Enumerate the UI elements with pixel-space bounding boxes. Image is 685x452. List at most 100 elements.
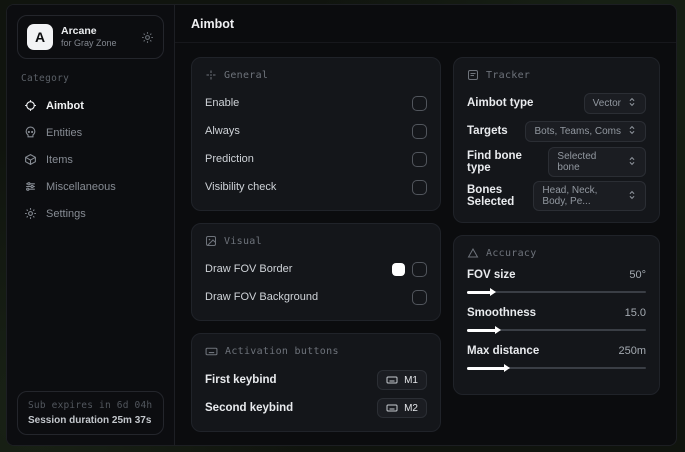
- setting-label: Find bone type: [467, 150, 522, 174]
- gear-icon[interactable]: [141, 31, 154, 44]
- draw-fov-background-checkbox[interactable]: [412, 289, 427, 305]
- dropdown-value: Head, Neck, Body, Pe...: [542, 185, 598, 207]
- brand-card: A Arcane for Gray Zone: [17, 15, 164, 59]
- target-sparkle-icon: [205, 69, 217, 81]
- dropdown-value: Vector: [592, 97, 621, 109]
- skull-icon: [23, 126, 37, 139]
- card-title: Tracker: [486, 69, 531, 81]
- chevrons-up-down-icon: [627, 97, 637, 110]
- slider-thumb[interactable]: [495, 325, 502, 334]
- setting-label: Bones Selected: [467, 184, 515, 208]
- scan-list-icon: [467, 69, 479, 81]
- setting-label: Visibility check: [205, 181, 277, 193]
- sidebar-item-entities[interactable]: Entities: [17, 119, 164, 146]
- setting-label: FOV size: [467, 269, 516, 281]
- general-card: General Enable Always Prediction Visibil…: [191, 57, 441, 211]
- aimbot-type-dropdown[interactable]: Vector: [583, 92, 646, 114]
- enable-checkbox[interactable]: [412, 95, 427, 111]
- card-title: General: [224, 69, 269, 81]
- find-bone-type-dropdown[interactable]: Selected bone: [548, 147, 646, 177]
- setting-label: Draw FOV Border: [205, 263, 293, 275]
- setting-row: Bones Selected Head, Neck, Body, Pe...: [467, 181, 646, 211]
- sidebar-item-settings[interactable]: Settings: [17, 200, 164, 227]
- setting-row: Second keybind M2: [205, 396, 427, 420]
- fov-border-color-swatch[interactable]: [392, 262, 405, 276]
- activation-card: Activation buttons First keybind M1 Seco…: [191, 333, 441, 432]
- tracker-card-header: Tracker: [467, 69, 646, 81]
- smoothness-slider[interactable]: [467, 324, 646, 336]
- sidebar-item-label: Aimbot: [46, 99, 84, 112]
- max-distance-slider[interactable]: [467, 362, 646, 374]
- left-column: General Enable Always Prediction Visibil…: [191, 57, 441, 432]
- card-title: Accuracy: [486, 247, 537, 259]
- content: General Enable Always Prediction Visibil…: [175, 43, 676, 445]
- setting-row: Aimbot type Vector: [467, 91, 646, 115]
- smoothness-group: Smoothness 15.0: [467, 307, 646, 336]
- fov-size-group: FOV size 50°: [467, 269, 646, 298]
- sidebar-item-items[interactable]: Items: [17, 146, 164, 173]
- setting-row: Targets Bots, Teams, Coms: [467, 119, 646, 143]
- main-header: Aimbot: [175, 5, 676, 43]
- chevrons-up-down-icon: [627, 156, 637, 169]
- sidebar-item-label: Miscellaneous: [46, 180, 116, 193]
- chevrons-up-down-icon: [627, 125, 637, 138]
- bones-selected-dropdown[interactable]: Head, Neck, Body, Pe...: [533, 181, 646, 211]
- sidebar-nav: Aimbot Entities Items Miscellaneous Sett…: [17, 92, 164, 227]
- keyboard-icon: [386, 402, 398, 414]
- setting-label: Smoothness: [467, 307, 537, 319]
- chevrons-up-down-icon: [627, 190, 637, 203]
- targets-dropdown[interactable]: Bots, Teams, Coms: [525, 120, 646, 142]
- slider-thumb[interactable]: [490, 287, 497, 296]
- draw-fov-border-checkbox[interactable]: [412, 261, 427, 277]
- slider-value: 50°: [629, 269, 646, 281]
- keyboard-icon: [205, 345, 218, 358]
- activation-card-header: Activation buttons: [205, 345, 427, 358]
- first-keybind-button[interactable]: M1: [377, 370, 427, 390]
- session-duration-text: Session duration 25m 37s: [28, 415, 152, 426]
- setting-label: Max distance: [467, 345, 540, 357]
- triangle-icon: [467, 247, 479, 259]
- slider-fill: [467, 290, 493, 294]
- visibility-check-checkbox[interactable]: [412, 179, 427, 195]
- page-title: Aimbot: [191, 17, 235, 31]
- keybind-value: M2: [404, 402, 418, 414]
- tracker-card: Tracker Aimbot type Vector Targets Bots,…: [453, 57, 660, 223]
- sidebar-item-miscellaneous[interactable]: Miscellaneous: [17, 173, 164, 200]
- sub-expires-text: Sub expires in 6d 04h: [28, 400, 153, 411]
- keyboard-icon: [386, 374, 398, 386]
- fov-size-slider[interactable]: [467, 286, 646, 298]
- setting-label: Always: [205, 125, 240, 137]
- visual-card-header: Visual: [205, 235, 427, 247]
- accuracy-card: Accuracy FOV size 50° Smoothness 15.0 Ma…: [453, 235, 660, 395]
- setting-label: Enable: [205, 97, 240, 109]
- card-title: Activation buttons: [225, 346, 339, 357]
- setting-row: Find bone type Selected bone: [467, 147, 646, 177]
- second-keybind-button[interactable]: M2: [377, 398, 427, 418]
- prediction-checkbox[interactable]: [412, 151, 427, 167]
- subscription-card: Sub expires in 6d 04h Session duration 2…: [17, 391, 164, 435]
- setting-label: Prediction: [205, 153, 254, 165]
- sidebar-item-aimbot[interactable]: Aimbot: [17, 92, 164, 119]
- setting-row: Draw FOV Background: [205, 285, 427, 309]
- category-label: Category: [21, 73, 70, 84]
- general-card-header: General: [205, 69, 427, 81]
- setting-row: Prediction: [205, 147, 427, 171]
- slider-fill: [467, 328, 498, 332]
- slider-value: 250m: [618, 345, 646, 357]
- always-checkbox[interactable]: [412, 123, 427, 139]
- setting-label: First keybind: [205, 374, 277, 386]
- dropdown-value: Selected bone: [557, 151, 597, 173]
- slider-thumb[interactable]: [504, 363, 511, 372]
- setting-row: Draw FOV Border: [205, 257, 427, 281]
- sidebar-item-label: Settings: [46, 207, 86, 220]
- image-icon: [205, 235, 217, 247]
- app-window: A Arcane for Gray Zone Category Aimbot E…: [6, 4, 677, 446]
- app-logo: A: [27, 24, 53, 50]
- sidebar-item-label: Entities: [46, 126, 83, 139]
- setting-row: Always: [205, 119, 427, 143]
- brand-text: Arcane for Gray Zone: [61, 25, 133, 49]
- package-icon: [23, 153, 37, 166]
- sliders-icon: [23, 180, 37, 193]
- crosshair-icon: [23, 99, 37, 112]
- setting-row: First keybind M1: [205, 368, 427, 392]
